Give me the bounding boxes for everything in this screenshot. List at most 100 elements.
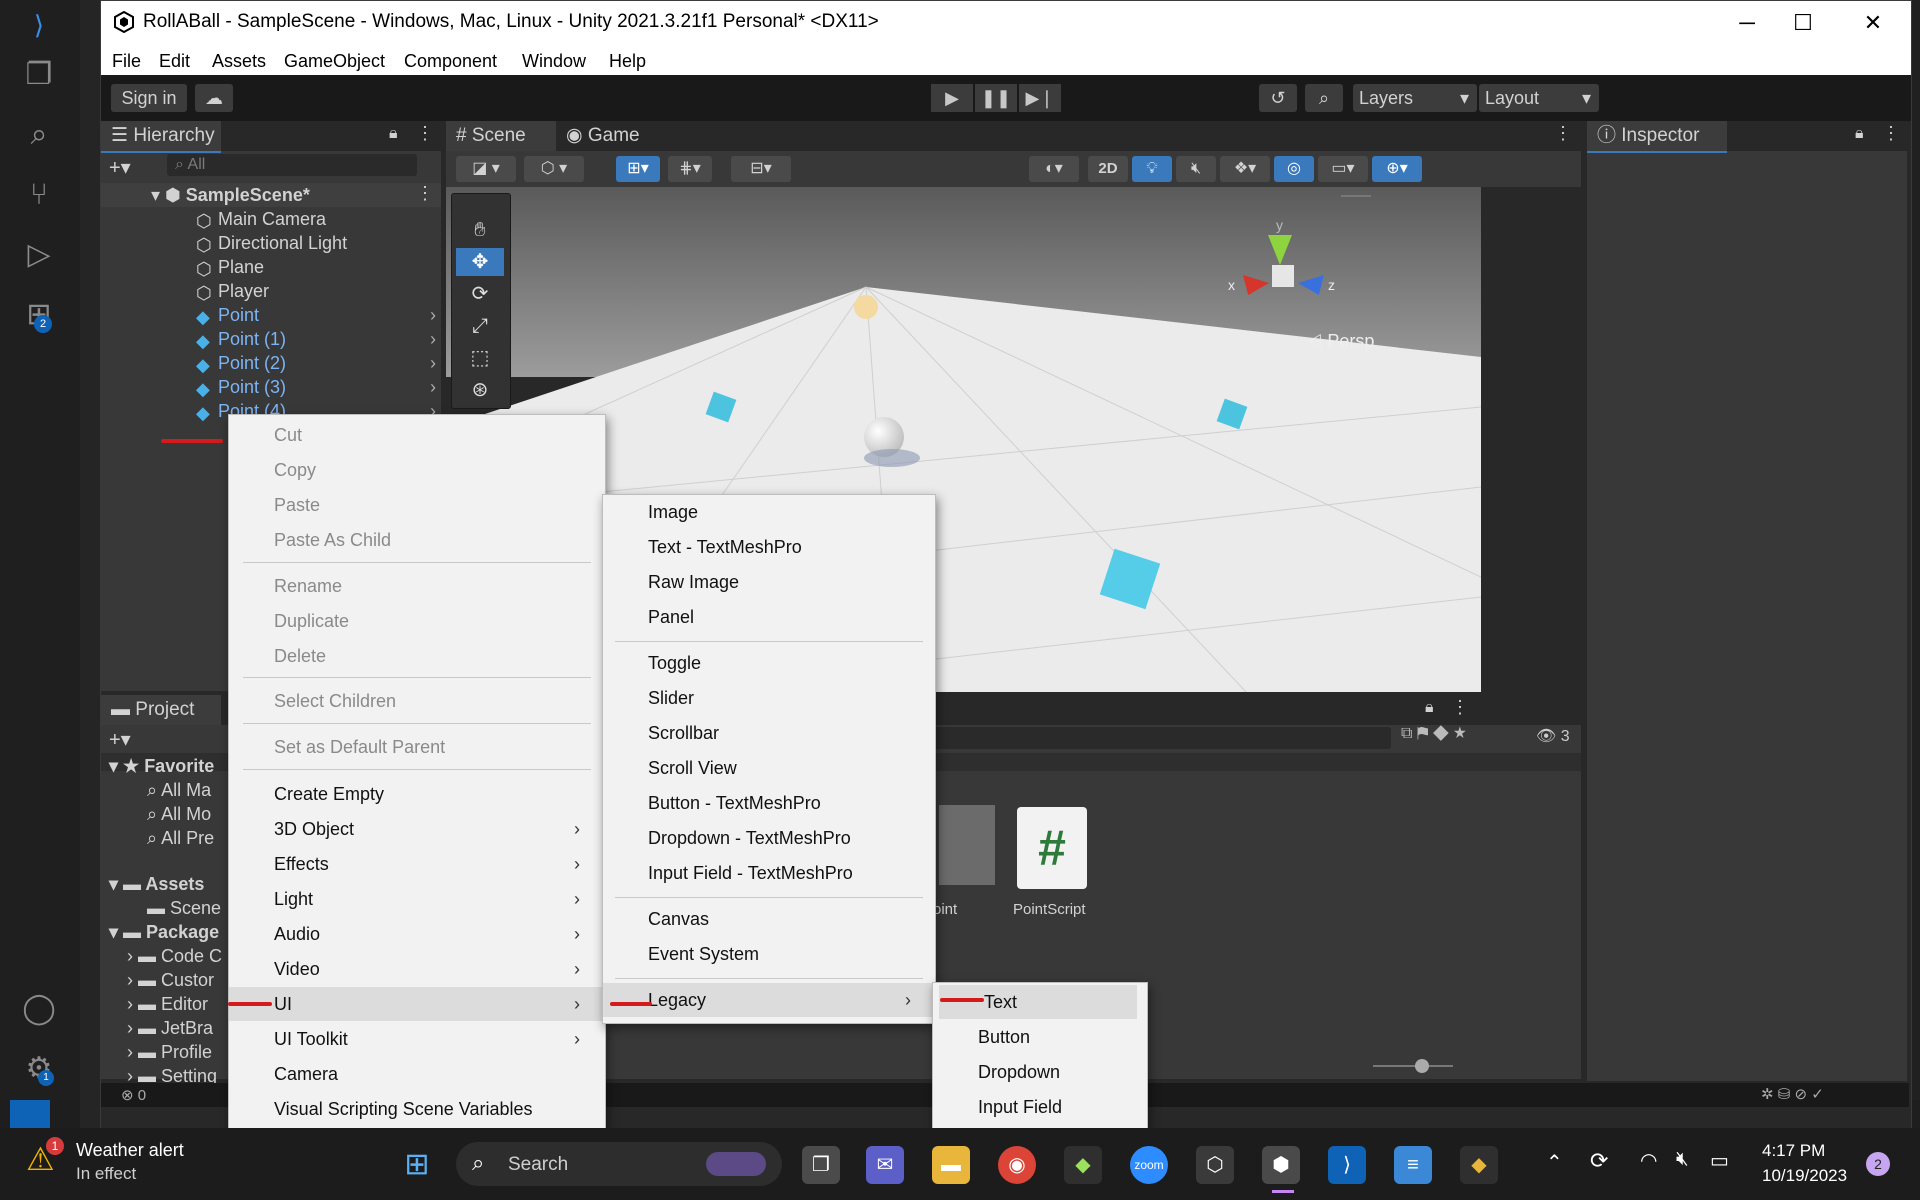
app-diamond-icon[interactable]: ◆ [1064, 1146, 1102, 1184]
app-diamond-2-icon[interactable]: ◆ [1460, 1146, 1498, 1184]
menu-assets[interactable]: Assets [212, 51, 266, 72]
lock-icon[interactable]: 🔒︎ [1855, 125, 1864, 143]
hidden-objects-toggle[interactable]: ◎ [1274, 156, 1314, 182]
cloud-icon[interactable]: ☁ [195, 84, 233, 112]
file-explorer-icon[interactable]: ▬ [932, 1146, 970, 1184]
volume-muted-icon[interactable]: 🔇︎ [1676, 1148, 1689, 1171]
folder-item[interactable]: › ▬ Profile [127, 1041, 212, 1063]
weather-title[interactable]: Weather alert [76, 1140, 184, 1161]
2d-toggle[interactable]: 2D [1088, 156, 1128, 182]
history-icon[interactable]: ↺ [1259, 84, 1297, 112]
sign-in-button[interactable]: Sign in [111, 84, 187, 112]
hierarchy-item[interactable]: ⬡ Player [196, 280, 269, 303]
menu-item-ui-toolkit[interactable]: UI Toolkit › [229, 1022, 604, 1056]
menu-item-ui[interactable]: UI › [229, 987, 604, 1021]
hierarchy-item[interactable]: ⬡ Directional Light [196, 232, 347, 255]
vscode-icon[interactable]: ⟩ [1328, 1146, 1366, 1184]
menu-window[interactable]: Window [522, 51, 586, 72]
layers-dropdown[interactable]: Layers ▾ [1353, 84, 1477, 112]
prefab-asset-thumbnail[interactable] [939, 805, 995, 885]
notification-badge[interactable]: 2 [1866, 1152, 1890, 1176]
menu-item-audio[interactable]: Audio › [229, 917, 604, 951]
folder-item[interactable]: › ▬ JetBra [127, 1017, 213, 1039]
remote-indicator[interactable] [10, 1100, 50, 1128]
notepad-icon[interactable]: ≡ [1394, 1146, 1432, 1184]
clock-time[interactable]: 4:17 PM [1762, 1141, 1825, 1161]
scene-kebab-icon[interactable]: ⋮ [1554, 123, 1572, 144]
search-icon[interactable]: ⌕ [20, 116, 58, 154]
pause-button[interactable]: ❚❚ [975, 84, 1017, 112]
show-hidden-icons[interactable]: ⌃ [1546, 1150, 1563, 1175]
minimize-button[interactable]: ─ [1717, 5, 1777, 41]
script-file-icon[interactable]: # [1017, 807, 1087, 889]
orientation-gizmo[interactable]: y x z [1228, 217, 1348, 327]
transform-tool-icon[interactable]: ⊛ [456, 376, 504, 404]
render-mode-dropdown[interactable]: ◐▾ [1029, 156, 1079, 182]
close-button[interactable]: ✕ [1843, 5, 1903, 41]
tab-hierarchy[interactable]: ☰ Hierarchy [101, 121, 221, 153]
favorite-item[interactable]: ⌕ All Ma [147, 779, 211, 801]
submenu-item-button-tmp[interactable]: Button - TextMeshPro [603, 786, 821, 820]
status-icons[interactable]: ✲ ⛁ ⊘ ✓ [1761, 1085, 1824, 1103]
legacy-item-button[interactable]: Button [933, 1020, 1030, 1054]
run-debug-icon[interactable]: ▷ [20, 236, 58, 274]
favorites-header[interactable]: ▾ ★ Favorite [109, 755, 214, 777]
unity-hub-icon[interactable]: ⬡ [1196, 1146, 1234, 1184]
favorite-item[interactable]: ⌕ All Mo [147, 803, 211, 825]
hierarchy-item[interactable]: ⬡ Plane [196, 256, 264, 279]
add-button[interactable]: +▾ [109, 155, 131, 180]
error-count[interactable]: ⊗ 0 [121, 1086, 146, 1104]
submenu-item-dropdown-tmp[interactable]: Dropdown - TextMeshPro [603, 821, 851, 855]
folder-item[interactable]: › ▬ Code C [127, 945, 222, 967]
submenu-item-image[interactable]: Image [603, 495, 698, 529]
hierarchy-item[interactable]: ⬡ Main Camera [196, 208, 326, 231]
scene-kebab-icon[interactable]: ⋮ [416, 183, 434, 204]
camera-dropdown[interactable]: ▭▾ [1318, 156, 1368, 182]
zoom-slider-track[interactable] [1373, 1065, 1453, 1067]
task-view-icon[interactable]: ❐ [802, 1146, 840, 1184]
audio-toggle[interactable]: 🔇︎ [1176, 156, 1216, 182]
layout-dropdown[interactable]: Layout ▾ [1479, 84, 1599, 112]
prefab-item[interactable]: ◆ Point › [196, 304, 436, 327]
prefab-item[interactable]: ◆ Point (3) › [196, 376, 436, 399]
tab-game[interactable]: ◉ Game [556, 121, 656, 151]
rotate-tool-icon[interactable]: ⟳ [456, 280, 504, 308]
menu-item-light[interactable]: Light › [229, 882, 604, 916]
filter-icons[interactable]: ⧉ ⚑ ◆ ★ [1401, 725, 1466, 743]
menu-component[interactable]: Component [404, 51, 497, 72]
legacy-item-text[interactable]: Text [939, 985, 1137, 1019]
tab-scene[interactable]: # Scene [446, 121, 556, 153]
submenu-item-event-system[interactable]: Event System [603, 937, 759, 971]
shading-dropdown[interactable]: ⬡ ▾ [524, 156, 584, 182]
taskbar-search-box[interactable]: ⌕ Search [456, 1142, 782, 1186]
submenu-item-slider[interactable]: Slider [603, 681, 694, 715]
kebab-menu-icon[interactable]: ⋮ [1451, 697, 1469, 718]
menu-item-video[interactable]: Video › [229, 952, 604, 986]
submenu-item-panel[interactable]: Panel [603, 600, 694, 634]
scale-tool-icon[interactable]: ⤢ [456, 312, 504, 340]
source-control-icon[interactable]: ⑂ [20, 176, 58, 214]
submenu-item-text-tmp[interactable]: Text - TextMeshPro [603, 530, 802, 564]
gizmos-dropdown[interactable]: ⊕▾ [1372, 156, 1422, 182]
draw-mode-dropdown[interactable]: ◪ ▾ [456, 156, 516, 182]
menu-item-create-empty[interactable]: Create Empty [229, 777, 384, 811]
move-tool-icon[interactable]: ✥ [456, 248, 504, 276]
menu-item-effects[interactable]: Effects › [229, 847, 604, 881]
submenu-item-raw-image[interactable]: Raw Image [603, 565, 739, 599]
menu-item-3d-object[interactable]: 3D Object › [229, 812, 604, 846]
sync-icon[interactable]: ⟳ [1590, 1148, 1608, 1174]
packages-header[interactable]: ▾ ▬ Package [109, 921, 219, 943]
battery-icon[interactable]: ▭ [1710, 1148, 1729, 1173]
tab-project[interactable]: ▬ Project [101, 695, 221, 725]
lighting-toggle[interactable]: 💡︎ [1132, 156, 1172, 182]
prefab-item[interactable]: ◆ Point (1) › [196, 328, 436, 351]
hidden-count[interactable]: 👁︎ 3 [1536, 726, 1570, 746]
prefab-item[interactable]: ◆ Point (2) › [196, 352, 436, 375]
zoom-icon[interactable]: zoom [1130, 1146, 1168, 1184]
submenu-item-input-field-tmp[interactable]: Input Field - TextMeshPro [603, 856, 853, 890]
submenu-item-scrollbar[interactable]: Scrollbar [603, 716, 719, 750]
unity-editor-icon[interactable]: ⬢ [1262, 1146, 1300, 1184]
menu-help[interactable]: Help [609, 51, 646, 72]
search-icon[interactable]: ⌕ [1305, 84, 1343, 112]
accounts-icon[interactable]: ◯ [20, 990, 58, 1028]
